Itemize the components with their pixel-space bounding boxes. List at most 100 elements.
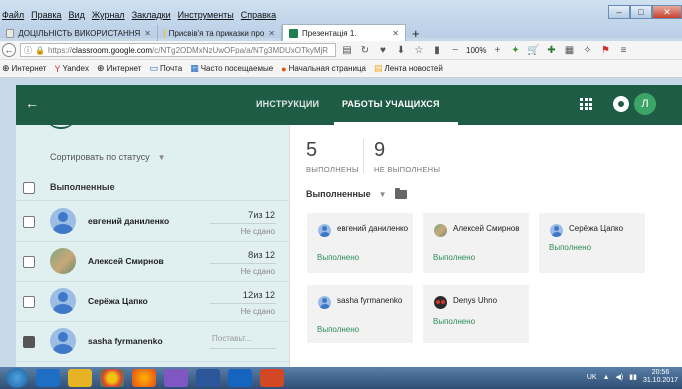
browser-tab-2[interactable]: Присвів'я та приказки про ✕ [158, 25, 282, 41]
menu-hamburger-icon[interactable]: ≡ [616, 45, 630, 56]
menu-bookmarks[interactable]: Закладки [132, 10, 171, 24]
student-row[interactable]: sasha fyrmanenko Поставьт... [16, 322, 289, 362]
taskbar-app-firefox-icon[interactable] [132, 369, 156, 387]
window-controls: – □ ✕ [608, 5, 682, 19]
bookmark-home[interactable]: ● Начальная страница [281, 64, 366, 74]
student-row[interactable]: Серёжа Цапко 12из 12 Не сдано [16, 282, 289, 322]
close-tab-icon[interactable]: ✕ [392, 29, 399, 38]
student-row[interactable]: Алексей Смирнов 8из 12 Не сдано [16, 242, 289, 282]
grade-value[interactable]: 7из 12 [248, 210, 275, 221]
submission-card[interactable]: Алексей Смирнов Выполнено [423, 213, 529, 273]
tab-student-work[interactable]: РАБОТЫ УЧАЩИХСЯ [342, 99, 440, 109]
status-filter-dropdown[interactable]: Выполненные ▼ [306, 187, 407, 199]
zoom-in-icon[interactable]: + [490, 45, 504, 56]
bookmark-internet-2[interactable]: ⊕ Интернет [97, 63, 141, 74]
select-all-checkbox[interactable] [23, 182, 35, 194]
student-checkbox[interactable] [23, 296, 35, 308]
done-count[interactable]: 5 [306, 139, 317, 162]
taskbar-app-powerpoint-icon[interactable] [260, 369, 284, 387]
grade-value[interactable]: 8из 12 [248, 250, 275, 261]
bookmarks-bar: ⊕ Интернет Y Yandex ⊕ Интернет ▭ Почта ▦ Част… [0, 60, 682, 78]
back-arrow-icon[interactable]: ← [25, 95, 39, 111]
taskbar-app-ie-icon[interactable] [36, 369, 60, 387]
close-tab-icon[interactable]: ✕ [268, 29, 275, 38]
start-button[interactable] [6, 368, 28, 388]
close-window-button[interactable]: ✕ [652, 5, 682, 19]
grade-input[interactable]: Поставьт... [212, 334, 251, 343]
browser-tab-1[interactable]: ДОЦІЛЬНІСТЬ ВИКОРИСТАННЯ ✕ [0, 25, 158, 41]
card-student-name: Алексей Смирнов [453, 224, 520, 233]
maximize-button[interactable]: □ [630, 5, 652, 19]
puzzle-icon[interactable]: ✧ [580, 45, 594, 56]
history-icon: ▦ [190, 63, 199, 73]
account-ring-icon[interactable] [613, 96, 629, 112]
download-icon[interactable]: ⬇ [394, 45, 408, 56]
menu-history[interactable]: Журнал [92, 10, 125, 24]
yandex-icon: Y [54, 63, 61, 74]
student-checkbox[interactable] [23, 216, 35, 228]
address-bar[interactable]: ⓘ 🔒 https://classroom.google.com/c/NTg2O… [20, 43, 336, 57]
browser-back-button[interactable]: ← [2, 43, 16, 57]
menu-view[interactable]: Вид [69, 10, 85, 24]
undone-count[interactable]: 9 [374, 139, 385, 162]
student-row[interactable]: евгений даниленко 7из 12 Не сдано [16, 202, 289, 242]
language-indicator[interactable]: UK [587, 374, 597, 381]
menu-file[interactable]: Файл [2, 10, 24, 24]
tab-instructions[interactable]: ИНСТРУКЦИИ [256, 99, 319, 109]
extension-icon[interactable]: ✦ [508, 45, 522, 56]
bookmark-yandex[interactable]: Y Yandex [54, 64, 89, 74]
student-avatar [318, 224, 331, 237]
user-avatar[interactable]: Л [634, 93, 656, 115]
submission-status: Не сдано [240, 227, 275, 236]
minimize-button[interactable]: – [608, 5, 630, 19]
tray-arrow-icon[interactable]: ▲ [603, 374, 610, 381]
taskbar-app-word-icon[interactable] [196, 369, 220, 387]
reader-icon[interactable]: ▤ [340, 45, 354, 56]
submission-card[interactable]: евгений даниленко Выполнено [307, 213, 413, 273]
taskbar-app-chrome-icon[interactable] [100, 369, 124, 387]
taskbar-app-save-icon[interactable] [228, 369, 252, 387]
clock[interactable]: 20:56 31.10.2017 [643, 369, 678, 385]
volume-icon[interactable]: ◀) [616, 373, 624, 381]
dropdown-caret-icon: ▼ [157, 152, 166, 162]
bookmark-frequent[interactable]: ▦ Часто посещаемые [190, 63, 273, 74]
folder-icon[interactable] [394, 187, 407, 199]
browser-tab-3-active[interactable]: Презентація 1. ✕ [282, 24, 406, 41]
sort-dropdown[interactable]: Сортировать по статусу ▼ [50, 152, 166, 162]
bookmark-label: Лента новостей [384, 64, 443, 73]
student-avatar [318, 296, 331, 309]
student-list-panel: Сортировать по статусу ▼ Выполненные евг… [16, 125, 289, 367]
cart-icon[interactable]: 🛒 [526, 45, 540, 56]
network-icon[interactable]: ▮▮ [629, 373, 637, 381]
bookmark-internet-1[interactable]: ⊕ Интернет [2, 63, 46, 74]
menu-tools[interactable]: Инструменты [178, 10, 234, 24]
pocket-icon[interactable]: ♥ [376, 45, 390, 56]
zoom-level[interactable]: 100% [466, 46, 486, 55]
apps-grid-icon[interactable] [580, 98, 592, 110]
taskbar-app-viber-icon[interactable] [164, 369, 188, 387]
student-avatar [434, 296, 447, 309]
library-icon[interactable]: ▮ [430, 45, 444, 56]
submission-card[interactable]: Серёжа Цапко Выполнено [539, 213, 645, 273]
bookmark-mail[interactable]: ▭ Почта [149, 63, 182, 74]
bookmark-star-icon[interactable]: ☆ [412, 45, 426, 56]
grade-value[interactable]: 12из 12 [243, 290, 275, 301]
student-checkbox[interactable] [23, 256, 35, 268]
submission-card[interactable]: Denys Uhno Выполнено [423, 285, 529, 343]
bookmark-label: Yandex [62, 64, 90, 73]
taskbar-app-explorer-icon[interactable] [68, 369, 92, 387]
menu-help[interactable]: Справка [241, 10, 276, 24]
close-tab-icon[interactable]: ✕ [144, 29, 151, 38]
addon-icon[interactable]: ✚ [544, 45, 558, 56]
zoom-out-icon[interactable]: − [448, 45, 462, 56]
menu-edit[interactable]: Правка [31, 10, 61, 24]
bookmark-feed[interactable]: ▤ Лента новостей [374, 63, 443, 74]
calendar-icon[interactable]: ▦ [562, 45, 576, 56]
info-icon[interactable]: ⓘ [24, 45, 32, 56]
flag-icon[interactable]: ⚑ [598, 45, 612, 56]
student-checkbox-hover[interactable] [23, 336, 35, 348]
submission-card[interactable]: sasha fyrmanenko Выполнено [307, 285, 413, 343]
submission-status: Не сдано [240, 267, 275, 276]
reload-icon[interactable]: ↻ [358, 45, 372, 56]
new-tab-button[interactable]: + [406, 26, 426, 41]
